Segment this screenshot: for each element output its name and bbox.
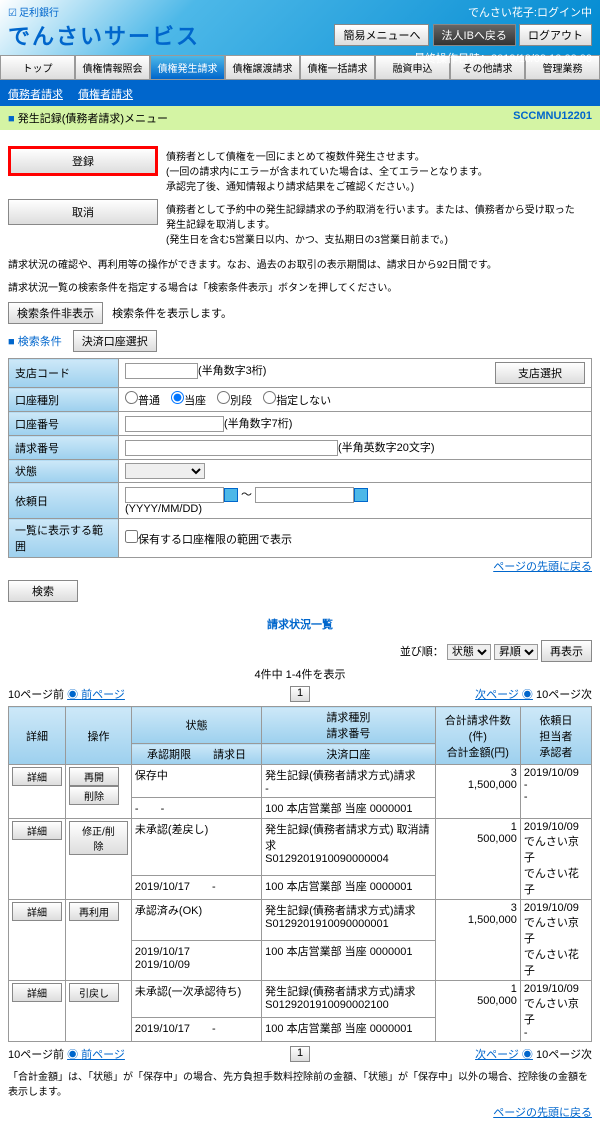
list-count: 4件中 1-4件を表示	[8, 666, 592, 682]
delete-button[interactable]: 削除	[69, 786, 119, 805]
label-reqno: 請求番号	[9, 436, 119, 460]
radio-none[interactable]	[263, 391, 276, 404]
reopen-button[interactable]: 再開	[69, 767, 119, 786]
branch-select-button[interactable]: 支店選択	[495, 362, 585, 384]
cancel-button[interactable]: 取消	[8, 199, 158, 225]
note-1: 請求状況の確認や、再利用等の操作ができます。なお、過去のお取引の表示期間は、請求…	[8, 256, 592, 271]
calendar-icon[interactable]	[354, 488, 368, 502]
label-reqdate: 依頼日	[9, 483, 119, 519]
label-account: 口座番号	[9, 412, 119, 436]
next-page[interactable]: 次ページ ◉	[475, 689, 533, 701]
date-to-input[interactable]	[255, 487, 354, 503]
cancel-desc: 債務者として予約中の発生記録請求の予約取消を行います。または、債務者から受け取っ…	[158, 199, 592, 248]
list-title: 請求状況一覧	[8, 616, 592, 632]
radio-futsuu[interactable]	[125, 391, 138, 404]
login-status: でんさい花子:ログイン中	[334, 4, 592, 20]
calendar-icon[interactable]	[224, 488, 238, 502]
redisplay-button[interactable]: 再表示	[541, 640, 592, 662]
subnav-creditor[interactable]: 債権者請求	[78, 89, 133, 101]
subnav-debtor[interactable]: 債務者請求	[8, 89, 63, 101]
sort-field-select[interactable]: 状態	[447, 644, 491, 660]
logout-button[interactable]: ログアウト	[519, 24, 592, 46]
tab-2[interactable]: 債権発生請求	[150, 55, 225, 80]
hide-note: 検索条件を表示します。	[112, 308, 232, 320]
account-input[interactable]	[125, 416, 224, 432]
page-number[interactable]: 1	[290, 1046, 310, 1062]
range-checkbox[interactable]	[125, 530, 138, 543]
detail-button[interactable]: 詳細	[12, 821, 62, 840]
note-2: 請求状況一覧の検索条件を指定する場合は「検索条件表示」ボタンを押してください。	[8, 279, 592, 294]
edit-button[interactable]: 修正/削除	[69, 821, 128, 855]
page-number[interactable]: 1	[290, 686, 310, 702]
label-type: 口座種別	[9, 388, 119, 412]
label-range: 一覧に表示する範囲	[9, 519, 119, 558]
detail-button[interactable]: 詳細	[12, 902, 62, 921]
prev-page[interactable]: ◉ 前ページ	[67, 1049, 125, 1061]
hide-conditions-button[interactable]: 検索条件非表示	[8, 302, 103, 324]
search-header: 検索条件	[18, 336, 62, 348]
last-op-time: 最終操作日時：2019/10/09 10:00:00	[334, 50, 592, 66]
status-select[interactable]	[125, 463, 205, 479]
top-link[interactable]: ページの先頭に戻る	[493, 561, 592, 573]
detail-button[interactable]: 詳細	[12, 983, 62, 1002]
search-button[interactable]: 検索	[8, 580, 78, 602]
prev-page[interactable]: ◉ 前ページ	[67, 689, 125, 701]
back-ib-button[interactable]: 法人IBへ戻る	[433, 24, 516, 46]
register-button[interactable]: 登録	[8, 146, 158, 176]
radio-touza[interactable]	[171, 391, 184, 404]
reqno-input[interactable]	[125, 440, 338, 456]
tab-1[interactable]: 債権情報照会	[75, 55, 150, 80]
label-status: 状態	[9, 460, 119, 483]
top-link[interactable]: ページの先頭に戻る	[493, 1107, 592, 1119]
branch-input[interactable]	[125, 363, 198, 379]
account-select-button[interactable]: 決済口座選択	[73, 330, 157, 352]
label-branch: 支店コード	[9, 359, 119, 388]
reuse-button[interactable]: 再利用	[69, 902, 119, 921]
footer-note: 「合計金額」は、「状態」が「保存中」の場合、先方負担手数料控除前の金額、「状態」…	[8, 1068, 592, 1098]
next-page[interactable]: 次ページ ◉	[475, 1049, 533, 1061]
simple-menu-button[interactable]: 簡易メニューへ	[334, 24, 429, 46]
sort-order-select[interactable]: 昇順	[494, 644, 538, 660]
tab-3[interactable]: 債権譲渡請求	[225, 55, 300, 80]
page-title: 発生記録(債務者請求)メニュー	[8, 110, 168, 126]
tab-0[interactable]: トップ	[0, 55, 75, 80]
detail-button[interactable]: 詳細	[12, 767, 62, 786]
register-desc: 債務者として債権を一回にまとめて複数件発生させます。 (一回の請求内にエラーが含…	[158, 146, 592, 195]
withdraw-button[interactable]: 引戻し	[69, 983, 119, 1002]
screen-code: SCCMNU12201	[513, 110, 592, 126]
date-from-input[interactable]	[125, 487, 224, 503]
radio-betsudan[interactable]	[217, 391, 230, 404]
